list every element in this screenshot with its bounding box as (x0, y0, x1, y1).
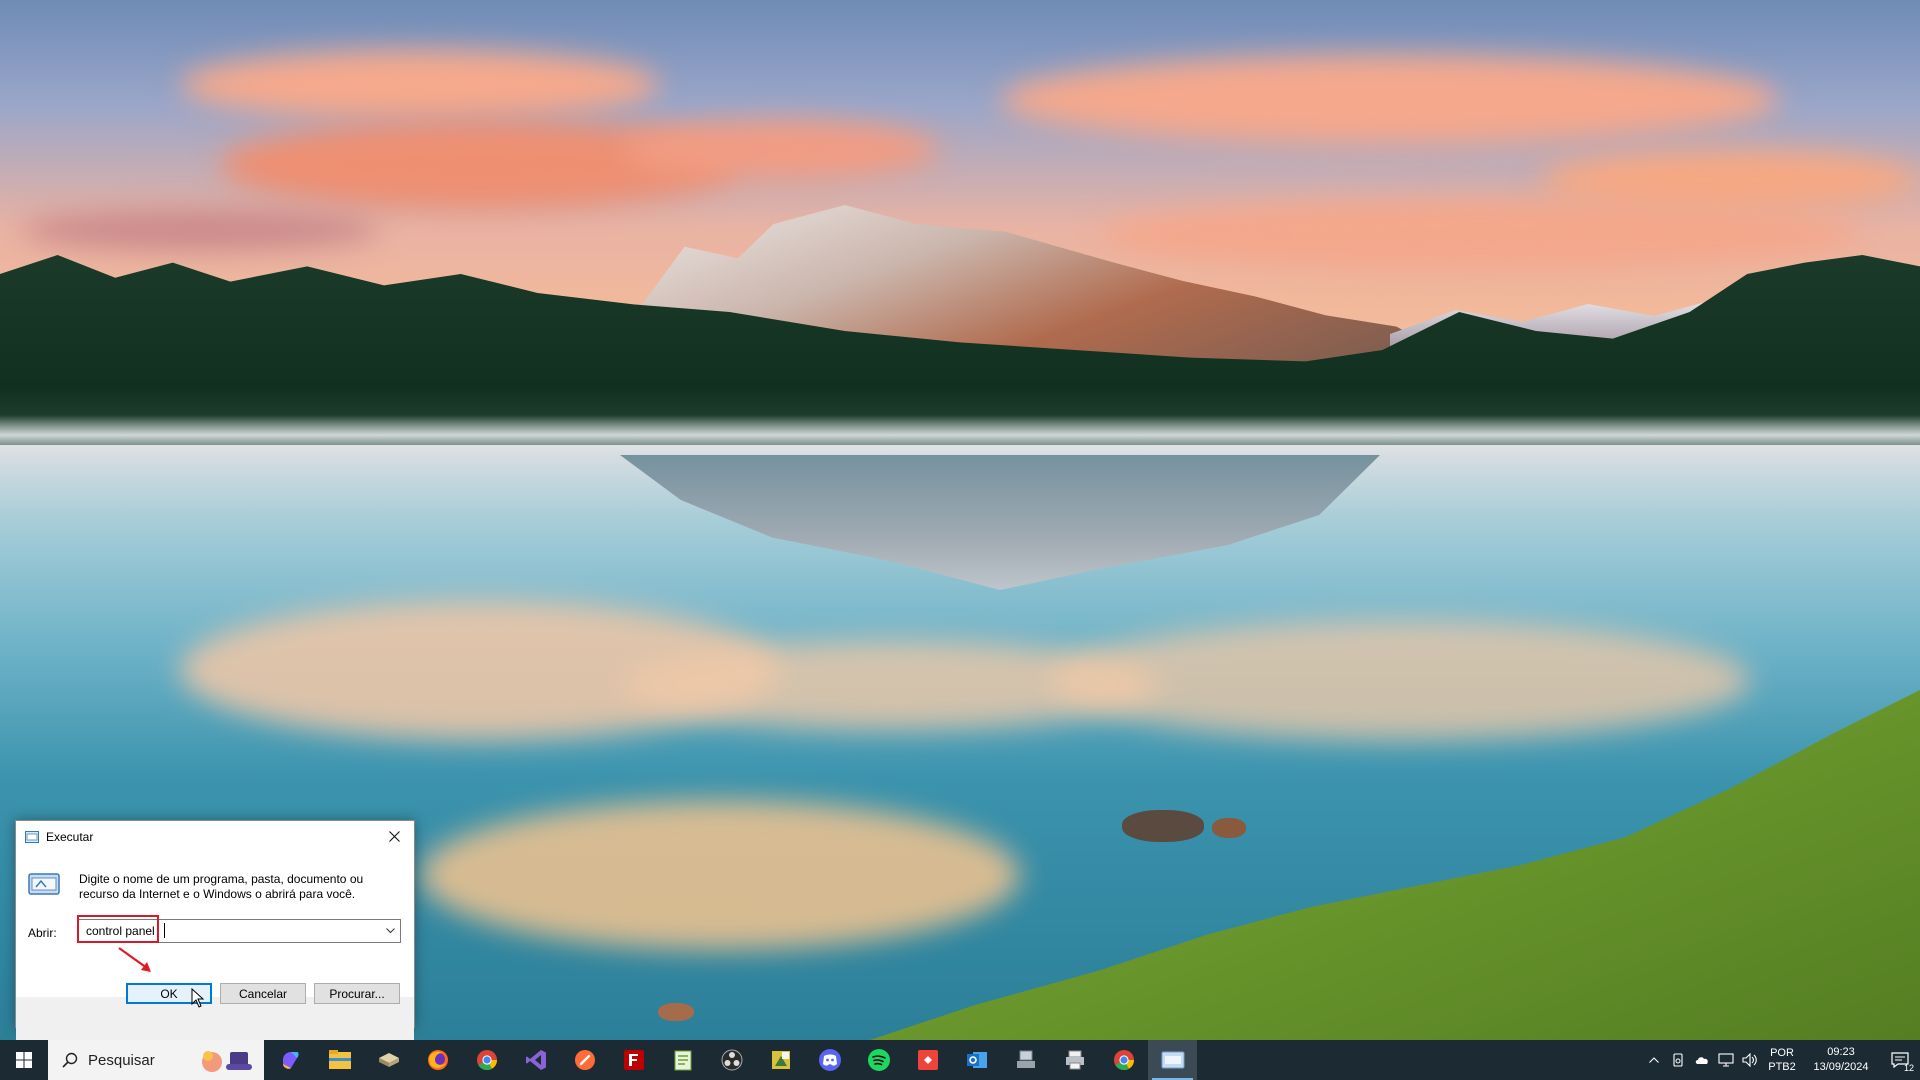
visual-studio-icon (525, 1050, 546, 1070)
dropdown-button[interactable] (382, 923, 398, 939)
filezilla-icon (623, 1050, 644, 1070)
taskbar-app-spotify[interactable] (854, 1040, 903, 1080)
taskbar-app-visual-studio[interactable] (511, 1040, 560, 1080)
taskbar: Pesquisar POR PTB2 09:23 13/09/2024 12 (0, 1040, 1920, 1080)
red-arrow-annotation (118, 947, 151, 972)
taskbar-app-run[interactable] (1148, 1040, 1197, 1080)
clock[interactable]: 09:23 13/09/2024 (1802, 1045, 1880, 1075)
device-icon (1673, 1053, 1683, 1067)
taskbar-app-filezilla[interactable] (609, 1040, 658, 1080)
open-label: Abrir: (28, 926, 57, 940)
run-icon (1161, 1051, 1184, 1069)
file-explorer-icon (328, 1050, 351, 1069)
copilot-icon (282, 1052, 298, 1069)
sticky-app-icon (771, 1051, 790, 1069)
notification-count: 12 (1903, 1063, 1914, 1073)
start-button[interactable] (0, 1040, 48, 1080)
taskbar-app-notepad-plus[interactable] (658, 1040, 707, 1080)
taskbar-app-copilot[interactable] (266, 1040, 315, 1080)
search-highlight-art-icon (202, 1051, 252, 1072)
text-caret (164, 923, 165, 938)
taskbar-apps (266, 1040, 1197, 1080)
run-program-icon (28, 873, 60, 895)
browse-button[interactable]: Procurar... (314, 983, 400, 1004)
taskbar-app-firefox[interactable] (413, 1040, 462, 1080)
taskbar-app-anydesk[interactable] (903, 1040, 952, 1080)
chrome-icon (476, 1050, 497, 1071)
taskbar-app-sticky[interactable] (756, 1040, 805, 1080)
taskbar-app-network[interactable] (1001, 1040, 1050, 1080)
network-icon (1718, 1053, 1734, 1067)
taskbar-app-file-explorer[interactable] (315, 1040, 364, 1080)
chevron-up-icon (1649, 1057, 1659, 1063)
dialog-title: Executar (46, 829, 94, 844)
run-dialog: Executar Digite o nome de um programa, p… (15, 820, 415, 1047)
discord-icon (818, 1049, 841, 1071)
chevron-down-icon (385, 928, 395, 934)
taskbar-app-discord[interactable] (805, 1040, 854, 1080)
windows-logo-icon (16, 1052, 32, 1068)
spotify-icon (867, 1049, 890, 1071)
input-language-indicator[interactable]: POR PTB2 (1762, 1046, 1802, 1074)
taskbar-app-generic[interactable] (364, 1040, 413, 1080)
taskbar-app-outlook[interactable] (952, 1040, 1001, 1080)
printer-app-icon (1065, 1050, 1084, 1070)
keyboard-layout: PTB2 (1768, 1061, 1796, 1073)
clock-time: 09:23 (1827, 1046, 1855, 1058)
language-code: POR (1770, 1047, 1794, 1059)
tray-volume-button[interactable] (1738, 1040, 1762, 1080)
search-icon (62, 1052, 78, 1068)
taskbar-search[interactable]: Pesquisar (48, 1040, 264, 1080)
open-combobox[interactable]: control panel (78, 919, 401, 943)
open-input[interactable]: control panel (86, 924, 155, 938)
chrome-icon (1113, 1050, 1134, 1071)
run-icon (25, 830, 39, 843)
dialog-titlebar[interactable]: Executar (16, 821, 414, 852)
network-app-icon (1016, 1050, 1035, 1068)
cloud-icon (1695, 1057, 1708, 1064)
tray-onedrive-button[interactable] (1690, 1040, 1714, 1080)
notepad-plus-icon (674, 1050, 691, 1071)
search-placeholder: Pesquisar (88, 1051, 155, 1069)
outlook-icon (966, 1052, 987, 1068)
app-icon (378, 1053, 399, 1067)
taskbar-app-chrome[interactable] (462, 1040, 511, 1080)
speaker-icon (1742, 1053, 1757, 1067)
taskbar-app-printer[interactable] (1050, 1040, 1099, 1080)
close-icon (388, 831, 400, 842)
clock-date: 13/09/2024 (1813, 1061, 1869, 1073)
firefox-icon (427, 1050, 448, 1070)
tray-network-button[interactable] (1714, 1040, 1738, 1080)
show-hidden-icons-button[interactable] (1642, 1040, 1666, 1080)
obs-icon (721, 1049, 742, 1071)
tray-device-button[interactable] (1666, 1040, 1690, 1080)
dialog-description: Digite o nome de um programa, pasta, doc… (79, 872, 364, 901)
dialog-body: Digite o nome de um programa, pasta, doc… (16, 852, 414, 997)
close-button[interactable] (374, 821, 414, 852)
mouse-cursor-icon (191, 988, 205, 1008)
system-tray: POR PTB2 09:23 13/09/2024 12 (1642, 1040, 1920, 1080)
taskbar-app-chrome-2[interactable] (1099, 1040, 1148, 1080)
anydesk-icon (917, 1050, 938, 1070)
taskbar-app-postman[interactable] (560, 1040, 609, 1080)
notification-center-button[interactable]: 12 (1880, 1040, 1920, 1080)
cancel-button[interactable]: Cancelar (220, 983, 306, 1004)
taskbar-app-obs[interactable] (707, 1040, 756, 1080)
postman-icon (574, 1050, 595, 1070)
